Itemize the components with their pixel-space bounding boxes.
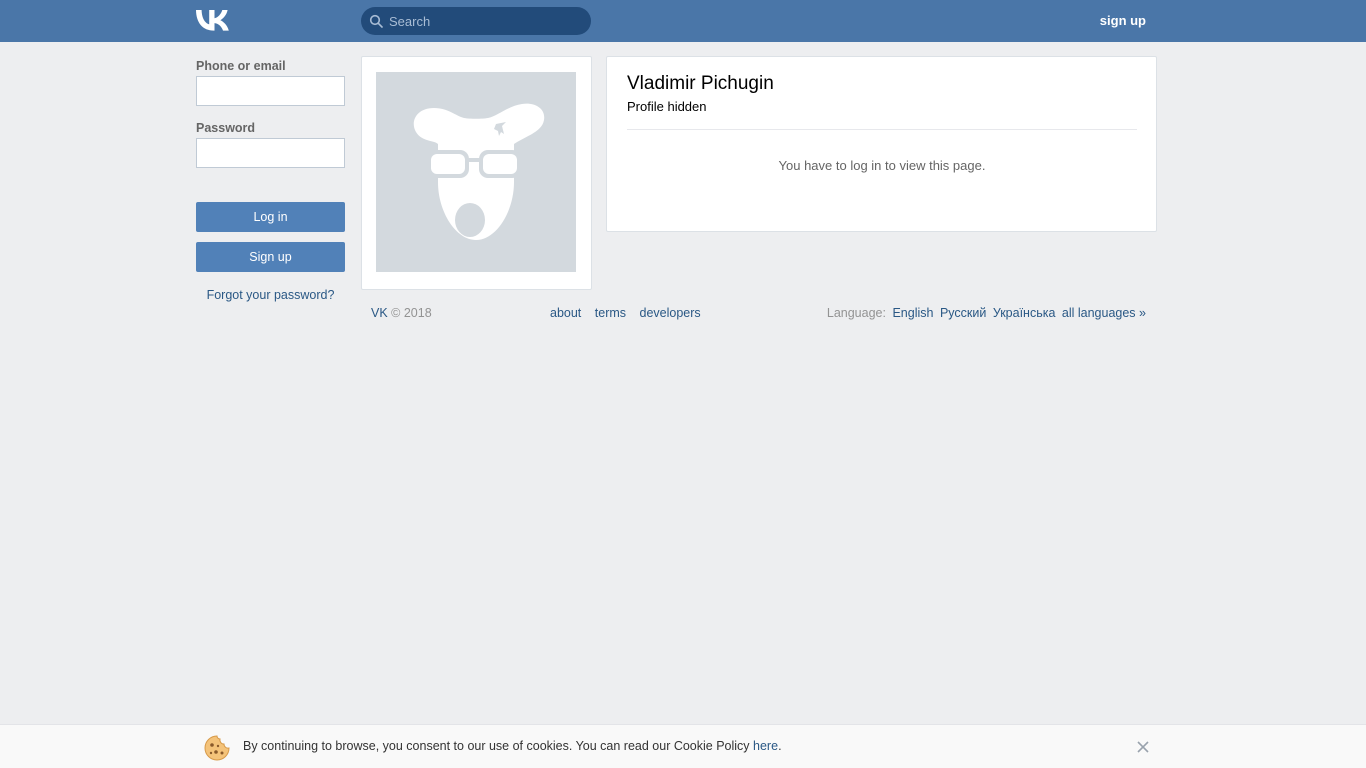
avatar: [376, 72, 576, 272]
divider: [627, 129, 1137, 130]
language-english[interactable]: English: [892, 306, 933, 320]
cookie-message: By continuing to browse, you consent to …: [243, 739, 754, 753]
footer-copyright: VK © 2018: [371, 306, 432, 320]
login-form: Phone or email Password Log in Sign up F…: [196, 56, 345, 302]
forgot-password-link[interactable]: Forgot your password?: [196, 288, 345, 302]
language-all[interactable]: all languages »: [1062, 306, 1146, 320]
phone-label: Phone or email: [196, 59, 286, 73]
language-label: Language:: [826, 306, 886, 320]
footer-link-about[interactable]: about: [550, 306, 581, 320]
footer-links: about terms developers: [550, 306, 711, 320]
deactivated-dog-icon: [413, 103, 545, 240]
top-header: sign up: [0, 0, 1366, 42]
phone-email-field[interactable]: [196, 76, 345, 106]
search-icon: [369, 14, 383, 28]
cookie-text: By continuing to browse, you consent to …: [243, 739, 782, 753]
password-label: Password: [196, 121, 256, 135]
footer-link-developers[interactable]: developers: [640, 306, 701, 320]
cookie-policy-link[interactable]: here: [753, 739, 778, 753]
signup-button[interactable]: Sign up: [196, 242, 345, 272]
copyright-text: © 2018: [391, 306, 432, 320]
vk-logo-icon[interactable]: [196, 10, 229, 31]
search-input[interactable]: [389, 7, 584, 35]
language-selector: Language: English Русский Українська all…: [827, 306, 1146, 320]
profile-status: Profile hidden: [627, 99, 707, 114]
password-field[interactable]: [196, 138, 345, 168]
close-icon[interactable]: [1136, 740, 1150, 754]
language-russian[interactable]: Русский: [940, 306, 986, 320]
footer: VK © 2018 about terms developers Languag…: [0, 306, 1366, 326]
language-ukrainian[interactable]: Українська: [993, 306, 1056, 320]
avatar-card: [361, 56, 592, 290]
footer-vk-link[interactable]: VK: [371, 306, 388, 320]
cookie-suffix: .: [778, 739, 782, 753]
login-required-notice: You have to log in to view this page.: [778, 158, 986, 173]
cookie-icon: [204, 735, 230, 761]
profile-card: Vladimir Pichugin Profile hidden You hav…: [606, 56, 1157, 232]
header-signup-link[interactable]: sign up: [1100, 13, 1146, 28]
footer-link-terms[interactable]: terms: [595, 306, 626, 320]
search-box[interactable]: [361, 7, 591, 35]
cookie-bar: By continuing to browse, you consent to …: [0, 724, 1366, 768]
login-button[interactable]: Log in: [196, 202, 345, 232]
profile-name: Vladimir Pichugin: [627, 73, 774, 94]
